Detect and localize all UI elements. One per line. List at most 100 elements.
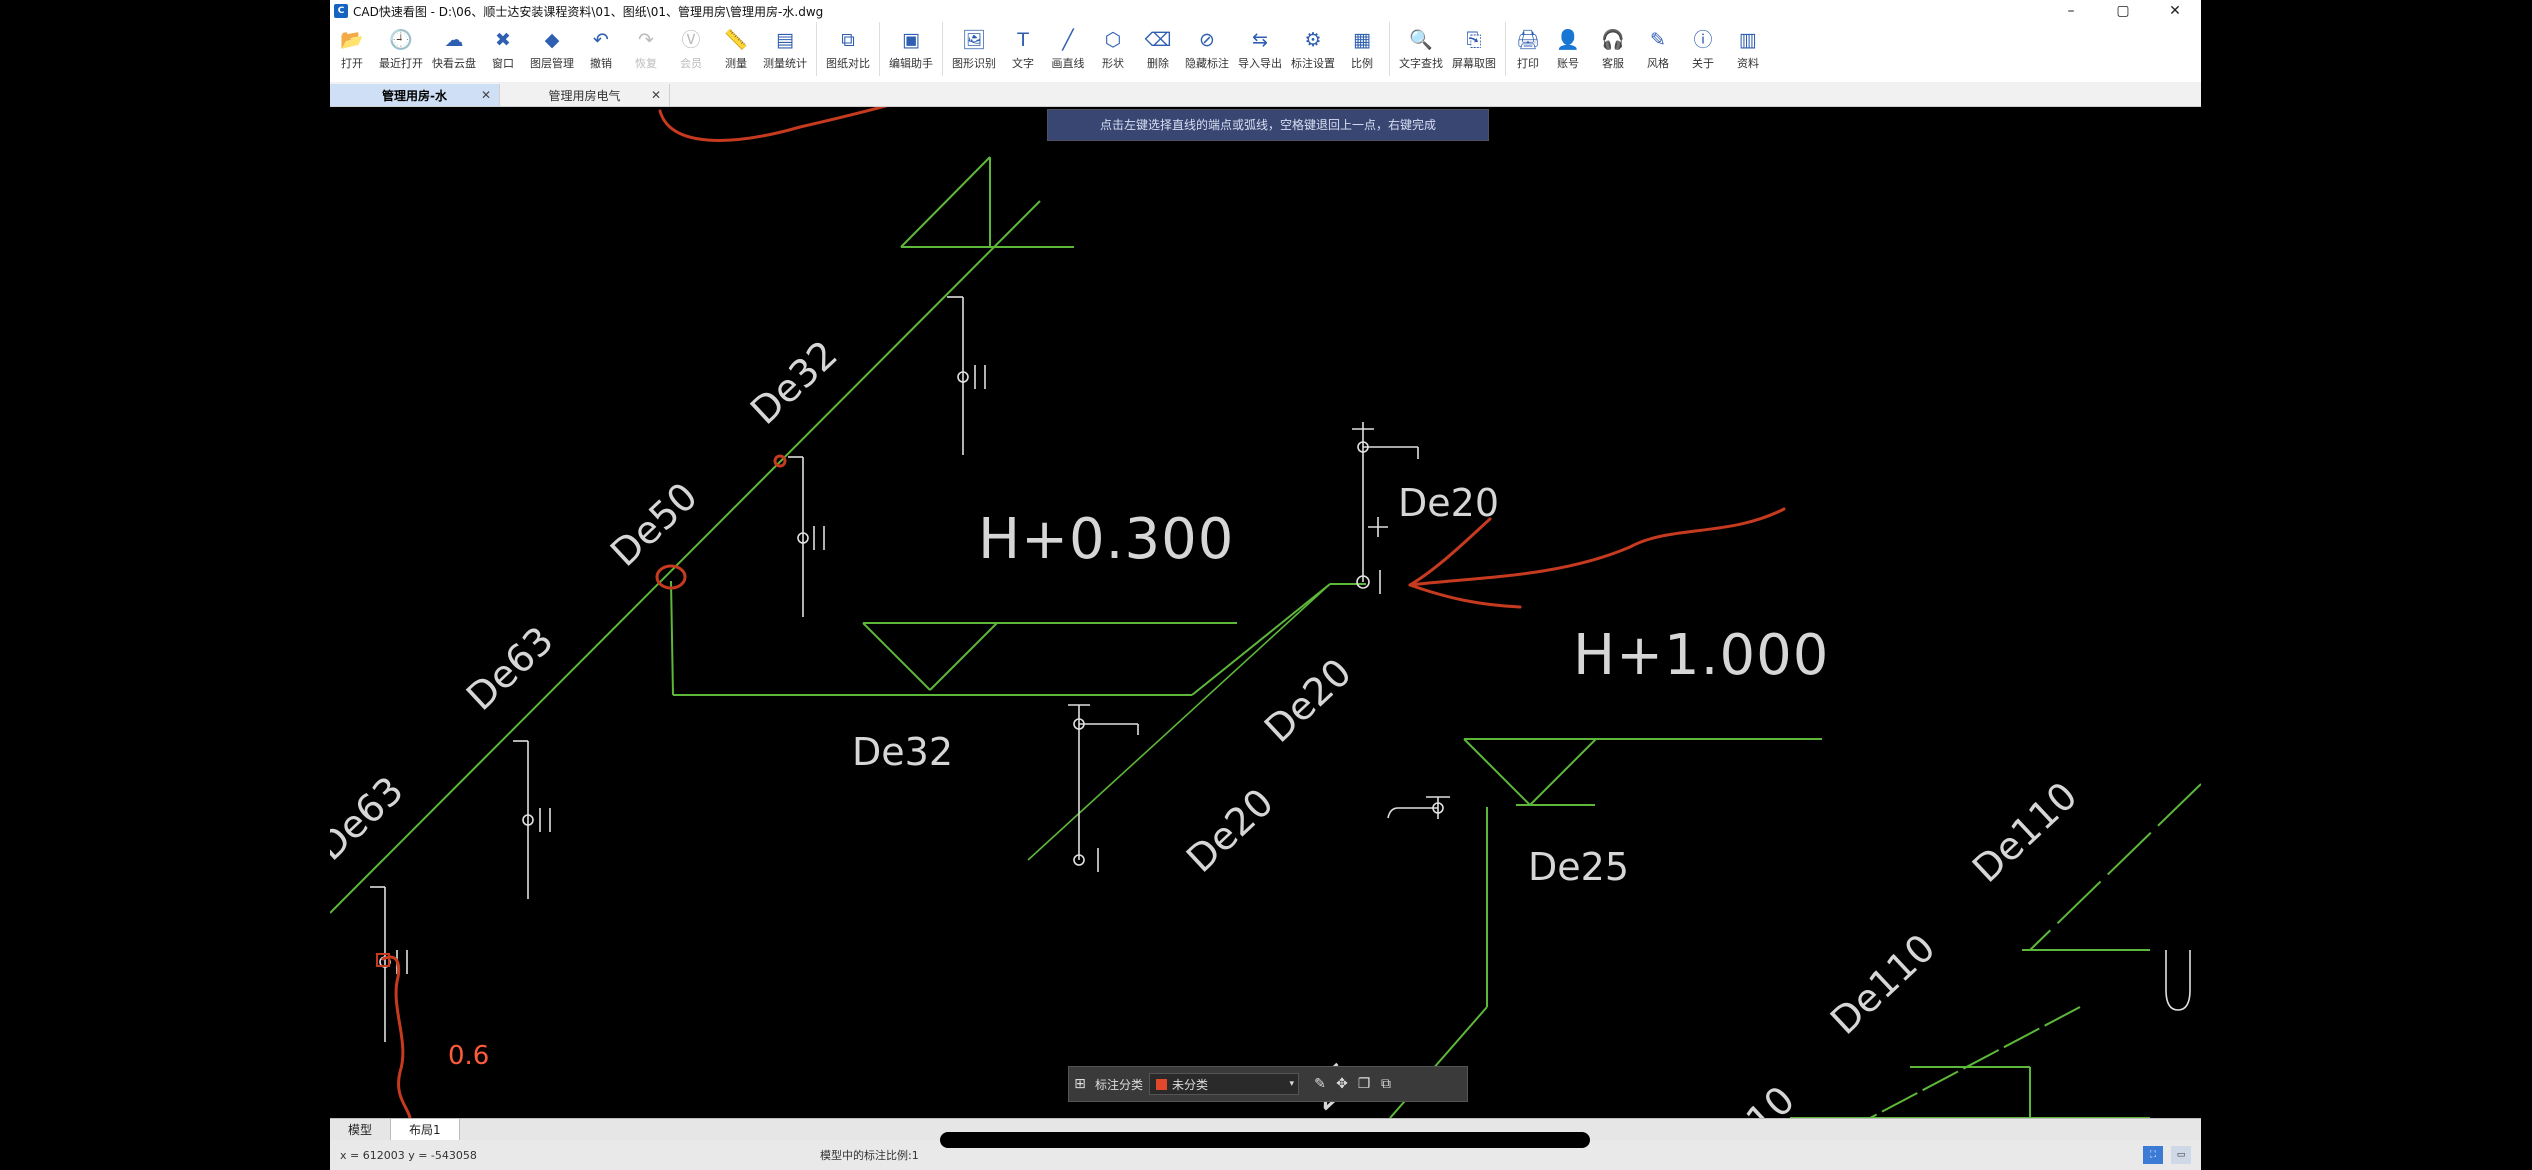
toolbar-button-eraser[interactable]: ⌫ 删除 — [1140, 22, 1176, 76]
toolbar-button-support[interactable]: 🎧 客服 — [1595, 22, 1631, 76]
minimize-button[interactable]: – — [2045, 0, 2097, 22]
category-color-swatch — [1156, 1078, 1168, 1090]
toolbar-button-open-folder[interactable]: 📂 打开 — [334, 22, 370, 76]
close-tab-icon[interactable]: ✕ — [481, 88, 491, 102]
toolbar-button-label: 隐藏标注 — [1185, 57, 1229, 70]
toolbar-button-label: 风格 — [1647, 57, 1669, 70]
window-title: CAD快速看图 - D:\06、顺士达安装课程资料\01、图纸\01、管理用房\… — [353, 4, 824, 19]
toolbar-button-layers[interactable]: ◆ 图层管理 — [530, 22, 574, 76]
toolbar-button-style[interactable]: ✎ 风格 — [1640, 22, 1676, 76]
annotation-scale: 模型中的标注比例:1 — [820, 1149, 919, 1162]
toolbar-button-recent[interactable]: 🕘 最近打开 — [379, 22, 423, 76]
toolbar-button-label: 编辑助手 — [889, 57, 933, 70]
toolbar-button-label: 删除 — [1147, 57, 1169, 70]
style-icon: ✎ — [1650, 29, 1666, 51]
measure-stats-icon: ▤ — [776, 29, 794, 51]
toolbar-button-label: 比例 — [1351, 57, 1373, 70]
print-icon: 🖨 — [1515, 29, 1541, 51]
elevation-label-0300: H+0.300 — [978, 507, 1235, 572]
toolbar-button-line[interactable]: ╱ 画直线 — [1050, 22, 1086, 76]
toolbar-button-label: 打开 — [341, 57, 363, 70]
tab-model[interactable]: 模型 — [330, 1119, 390, 1141]
grid-icon[interactable]: ⊞ — [1069, 1073, 1091, 1095]
edit-icon[interactable]: ✎ — [1309, 1073, 1331, 1095]
toolbar-button-scale[interactable]: ▦ 比例 — [1344, 22, 1380, 76]
tab-management-water[interactable]: 管理用房-水 ✕ — [330, 84, 500, 106]
toolbar-button-label: 客服 — [1602, 57, 1624, 70]
toolbar-button-annotation-settings[interactable]: ⚙ 标注设置 — [1291, 22, 1335, 76]
toolbar-button-assistant[interactable]: ▣ 编辑助手 — [879, 22, 933, 76]
toolbar-button-label: 账号 — [1557, 57, 1579, 70]
main-toolbar: 📂 打开 🕘 最近打开 ☁ 快看云盘 ✖ 窗口 ◆ 图层管理 ↶ 撤销 ↷ 恢复 Ⓥ 会员 📏 测量 ▤ 测量统计 ⧉ 图… — [330, 22, 2201, 82]
cad-viewer-window: C CAD快速看图 - D:\06、顺士达安装课程资料\01、图纸\01、管理用… — [330, 0, 2201, 1170]
window-controls: – ▢ ✕ — [2045, 0, 2201, 22]
toolbar-button-undo[interactable]: ↶ 撤销 — [583, 22, 619, 76]
toolbar-button-label: 会员 — [680, 57, 702, 70]
toolbar-button-import-export[interactable]: ⇆ 导入导出 — [1238, 22, 1282, 76]
toolbar-button-label: 关于 — [1692, 57, 1714, 70]
tab-label: 管理用房-水 — [382, 88, 447, 103]
fullscreen-icon[interactable]: ⛶ — [2143, 1146, 2163, 1164]
measure-icon: 📏 — [724, 29, 748, 51]
close-button[interactable]: ✕ — [2149, 0, 2201, 22]
toolbar-button-label: 资料 — [1737, 57, 1759, 70]
line-icon: ╱ — [1062, 29, 1074, 51]
tab-layout1[interactable]: 布局1 — [390, 1119, 460, 1141]
annotation-category-bar: ⊞ 标注分类 未分类 ▾ ✎ ✥ ❐ ⧉ — [1068, 1066, 1468, 1102]
close-tab-icon[interactable]: ✕ — [651, 88, 661, 102]
image-recognition-icon: 🖼 — [961, 29, 987, 51]
maximize-button[interactable]: ▢ — [2097, 0, 2149, 22]
paste-icon[interactable]: ⧉ — [1375, 1073, 1397, 1095]
drawing-canvas[interactable]: 点击左键选择直线的端点或弧线，空格键退回上一点，右键完成 H+0.300 H+1… — [330, 107, 2201, 1118]
shape-icon: ⬡ — [1104, 29, 1122, 51]
red-annotations — [376, 107, 1786, 1118]
toolbar-button-measure[interactable]: 📏 测量 — [718, 22, 754, 76]
chevron-down-icon: ▾ — [1289, 1079, 1295, 1089]
pipe-label-de32: De32 — [852, 730, 953, 774]
hide-icon: ⊘ — [1199, 29, 1215, 51]
support-icon: 🎧 — [1601, 29, 1625, 51]
window-icon: ✖ — [495, 29, 511, 51]
copy-icon[interactable]: ❐ — [1353, 1073, 1375, 1095]
compare-icon: ⧉ — [841, 29, 855, 51]
toolbar-button-account[interactable]: 👤 账号 — [1550, 22, 1586, 76]
about-icon: ⓘ — [1693, 29, 1713, 51]
toolbar-button-image-recognition[interactable]: 🖼 图形识别 — [942, 22, 996, 76]
view-mode-icon[interactable]: ▭ — [2171, 1146, 2191, 1164]
toolbar-button-label: 窗口 — [492, 57, 514, 70]
toolbar-button-print[interactable]: 🖨 打印 — [1505, 22, 1541, 76]
elevation-label-1000: H+1.000 — [1573, 623, 1830, 688]
move-icon[interactable]: ✥ — [1331, 1073, 1353, 1095]
toolbar-button-cloud[interactable]: ☁ 快看云盘 — [432, 22, 476, 76]
toolbar-button-resources[interactable]: ▥ 资料 — [1730, 22, 1766, 76]
toolbar-button-label: 打印 — [1517, 57, 1539, 70]
toolbar-button-screen-capture[interactable]: ⎘ 屏幕取图 — [1452, 22, 1496, 76]
toolbar-button-label: 导入导出 — [1238, 57, 1282, 70]
toolbar-button-measure-stats[interactable]: ▤ 测量统计 — [763, 22, 807, 76]
category-selected-value: 未分类 — [1172, 1077, 1209, 1092]
toolbar-button-label: 文字 — [1012, 57, 1034, 70]
toolbar-button-redo[interactable]: ↷ 恢复 — [628, 22, 664, 76]
scale-icon: ▦ — [1353, 29, 1371, 51]
home-indicator — [940, 1132, 1590, 1148]
category-label: 标注分类 — [1095, 1077, 1144, 1092]
cursor-coordinates: x = 612003 y = -543058 — [340, 1148, 477, 1162]
toolbar-button-shape[interactable]: ⬡ 形状 — [1095, 22, 1131, 76]
toolbar-button-label: 测量 — [725, 57, 747, 70]
toolbar-button-window[interactable]: ✖ 窗口 — [485, 22, 521, 76]
tab-label: 管理用房电气 — [548, 88, 621, 103]
category-select[interactable]: 未分类 ▾ — [1149, 1073, 1300, 1095]
toolbar-button-text[interactable]: T 文字 — [1005, 22, 1041, 76]
toolbar-button-label: 屏幕取图 — [1452, 57, 1496, 70]
toolbar-button-about[interactable]: ⓘ 关于 — [1685, 22, 1721, 76]
toolbar-button-label: 图形识别 — [952, 57, 996, 70]
toolbar-button-compare[interactable]: ⧉ 图纸对比 — [816, 22, 870, 76]
toolbar-button-hide[interactable]: ⊘ 隐藏标注 — [1185, 22, 1229, 76]
handwritten-note: 0.6 — [448, 1041, 490, 1071]
app-logo-icon: C — [334, 4, 348, 18]
vip-icon: Ⓥ — [681, 29, 701, 51]
toolbar-button-text-search[interactable]: 🔍 文字查找 — [1389, 22, 1443, 76]
toolbar-button-vip[interactable]: Ⓥ 会员 — [673, 22, 709, 76]
redo-icon: ↷ — [638, 29, 654, 51]
tab-management-electric[interactable]: 管理用房电气 ✕ — [500, 84, 670, 106]
